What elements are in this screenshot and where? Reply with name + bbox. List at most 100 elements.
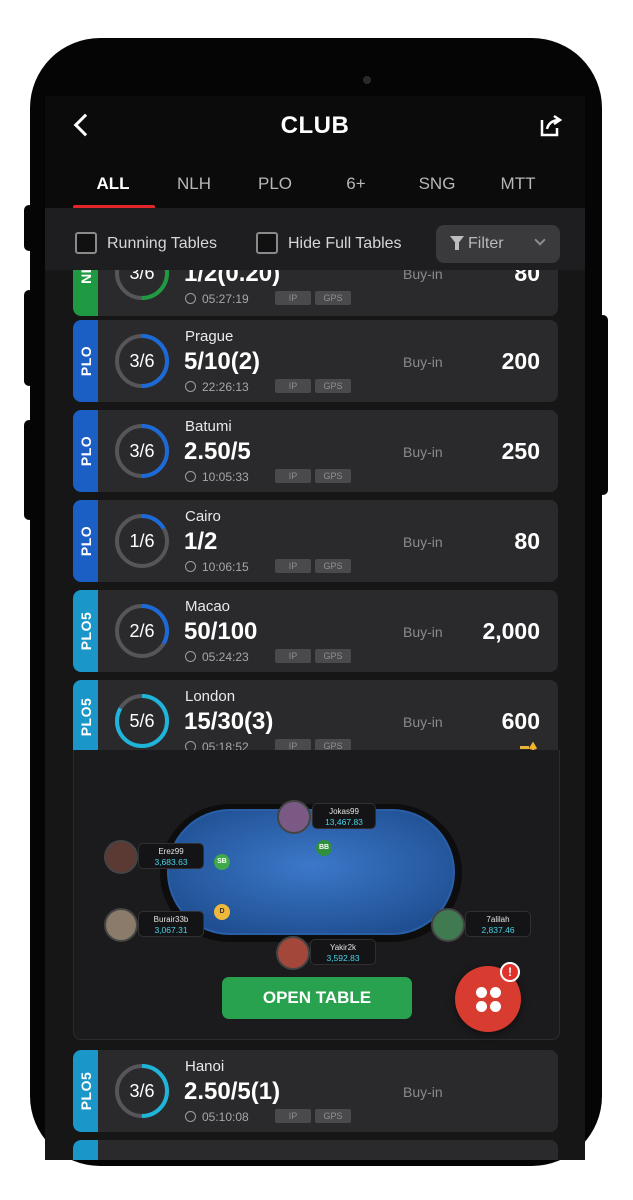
tab-all[interactable]: ALL bbox=[73, 174, 153, 194]
big-blind-chip: BB bbox=[316, 840, 332, 856]
buyin-amount: 80 bbox=[514, 528, 540, 554]
player-avatar bbox=[431, 908, 465, 942]
filter-label: Filter bbox=[468, 235, 504, 252]
stakes: 2.50/5(1) bbox=[184, 1078, 281, 1105]
game-type-label: PLO5 bbox=[77, 697, 94, 737]
tab-mtt[interactable]: MTT bbox=[478, 174, 558, 194]
table-row[interactable] bbox=[73, 1140, 558, 1160]
time-value: 22:26:13 bbox=[202, 380, 249, 394]
gps-badge: GPS bbox=[315, 1109, 351, 1123]
tab-sng[interactable]: SNG bbox=[397, 174, 477, 194]
player-name: Yakir2k bbox=[329, 943, 357, 952]
game-type-label: PLO5 bbox=[77, 611, 94, 651]
buyin-amount: 600 bbox=[501, 708, 540, 734]
game-type-tag: NL bbox=[73, 270, 98, 316]
player-avatar bbox=[277, 800, 311, 834]
time-value: 10:06:15 bbox=[202, 560, 249, 574]
game-type-tag bbox=[73, 1140, 98, 1160]
player-stack: 13,467.83 bbox=[325, 817, 363, 827]
seat-ring: 3/6 bbox=[113, 1062, 171, 1120]
stakes: 1/2(0.20) bbox=[184, 270, 281, 287]
game-type-tag: PLO5 bbox=[73, 680, 98, 754]
table-time: 22:26:13 bbox=[185, 380, 249, 394]
seat-ring: 3/6 bbox=[113, 270, 171, 302]
notification-badge: ! bbox=[500, 962, 520, 982]
game-type-label: NL bbox=[77, 270, 94, 284]
time-value: 05:27:19 bbox=[202, 292, 249, 306]
game-type-tag: PLO bbox=[73, 320, 98, 402]
game-tabs: ALL NLH PLO 6+ SNG MTT bbox=[45, 174, 585, 208]
filter-bar: Running Tables Hide Full Tables Filter bbox=[45, 208, 585, 270]
table-row-selected[interactable]: PLO5 5/6 London 15/30(3) 05:18:52 IP GPS… bbox=[73, 680, 558, 754]
player-name: Jokas99 bbox=[329, 807, 359, 816]
running-tables-checkbox[interactable] bbox=[75, 232, 97, 254]
buyin-label: Buy-in bbox=[403, 444, 443, 460]
tab-nlh[interactable]: NLH bbox=[154, 174, 234, 194]
filter-dropdown[interactable]: Filter bbox=[436, 225, 560, 263]
table-row[interactable]: PLO5 2/6 Macao 50/100 05:24:23 IP GPS Bu… bbox=[73, 590, 558, 672]
ip-badge: IP bbox=[275, 1109, 311, 1123]
seat-ring: 5/6 bbox=[113, 692, 171, 750]
time-value: 05:24:23 bbox=[202, 650, 249, 664]
ip-badge: IP bbox=[275, 649, 311, 663]
hide-full-tables-checkbox[interactable] bbox=[256, 232, 278, 254]
page-title: CLUB bbox=[280, 112, 350, 139]
fab-dot bbox=[490, 987, 501, 998]
buyin-label: Buy-in bbox=[403, 354, 443, 370]
game-type-label: PLO bbox=[77, 435, 94, 467]
player-avatar bbox=[104, 840, 138, 874]
gps-badge: GPS bbox=[315, 291, 351, 305]
fab-dot bbox=[476, 987, 487, 998]
player-seat[interactable]: Erez99 3,683.63 bbox=[138, 843, 204, 869]
seat-count: 3/6 bbox=[129, 270, 155, 283]
alarm-clock-icon bbox=[185, 1111, 196, 1122]
stakes: 50/100 bbox=[184, 618, 258, 645]
open-table-button[interactable]: OPEN TABLE bbox=[222, 977, 412, 1019]
table-time: 05:10:08 bbox=[185, 1110, 249, 1124]
small-blind-chip: SB bbox=[214, 854, 230, 870]
table-row[interactable]: PLO5 3/6 Hanoi 2.50/5(1) 05:10:08 IP GPS… bbox=[73, 1050, 558, 1132]
alarm-clock-icon bbox=[185, 651, 196, 662]
buyin-label: Buy-in bbox=[403, 1084, 443, 1100]
player-seat[interactable]: Burair33b 3,067.31 bbox=[138, 911, 204, 937]
player-seat[interactable]: Jokas99 13,467.83 bbox=[312, 803, 376, 829]
seat-count: 2/6 bbox=[129, 621, 155, 641]
tab-6plus[interactable]: 6+ bbox=[316, 174, 396, 194]
stakes: 2.50/5 bbox=[184, 438, 251, 465]
player-name: Erez99 bbox=[158, 847, 184, 856]
buyin-label: Buy-in bbox=[403, 534, 443, 550]
table-row[interactable]: PLO 3/6 Batumi 2.50/5 10:05:33 IP GPS Bu… bbox=[73, 410, 558, 492]
table-row[interactable]: PLO 3/6 Prague 5/10(2) 22:26:13 IP GPS B… bbox=[73, 320, 558, 402]
table-row[interactable]: PLO 1/6 Cairo 1/2 10:06:15 IP GPS Buy-in… bbox=[73, 500, 558, 582]
buyin-amount: 80 bbox=[514, 270, 540, 286]
player-stack: 3,592.83 bbox=[326, 953, 360, 963]
chevron-down-icon bbox=[534, 234, 546, 246]
ip-badge: IP bbox=[275, 469, 311, 483]
gps-badge: GPS bbox=[315, 559, 351, 573]
player-seat[interactable]: 7alilah 2,837.46 bbox=[465, 911, 531, 937]
table-time: 05:24:23 bbox=[185, 650, 249, 664]
time-value: 10:05:33 bbox=[202, 470, 249, 484]
game-type-label: PLO5 bbox=[77, 1071, 94, 1111]
seat-count: 1/6 bbox=[129, 531, 155, 551]
hide-full-tables-label: Hide Full Tables bbox=[288, 235, 402, 252]
player-name: 7alilah bbox=[486, 915, 510, 924]
table-name: Prague bbox=[185, 328, 234, 345]
table-time: 10:06:15 bbox=[185, 560, 249, 574]
share-icon[interactable] bbox=[539, 114, 563, 138]
seat-count: 3/6 bbox=[129, 351, 155, 371]
seat-count: 3/6 bbox=[129, 1081, 155, 1101]
alarm-clock-icon bbox=[185, 471, 196, 482]
gps-badge: GPS bbox=[315, 649, 351, 663]
player-avatar bbox=[104, 908, 138, 942]
time-value: 05:10:08 bbox=[202, 1110, 249, 1124]
tab-plo[interactable]: PLO bbox=[235, 174, 315, 194]
alarm-clock-icon bbox=[185, 381, 196, 392]
table-row[interactable]: NL 3/6 1/2(0.20) 05:27:19 IP GPS Buy-in … bbox=[73, 270, 558, 316]
seat-ring: 2/6 bbox=[113, 602, 171, 660]
player-seat[interactable]: Yakir2k 3,592.83 bbox=[310, 939, 376, 965]
player-avatar bbox=[276, 936, 310, 970]
seat-ring: 3/6 bbox=[113, 422, 171, 480]
buyin-amount: 200 bbox=[501, 348, 540, 374]
table-name: Batumi bbox=[185, 418, 232, 435]
